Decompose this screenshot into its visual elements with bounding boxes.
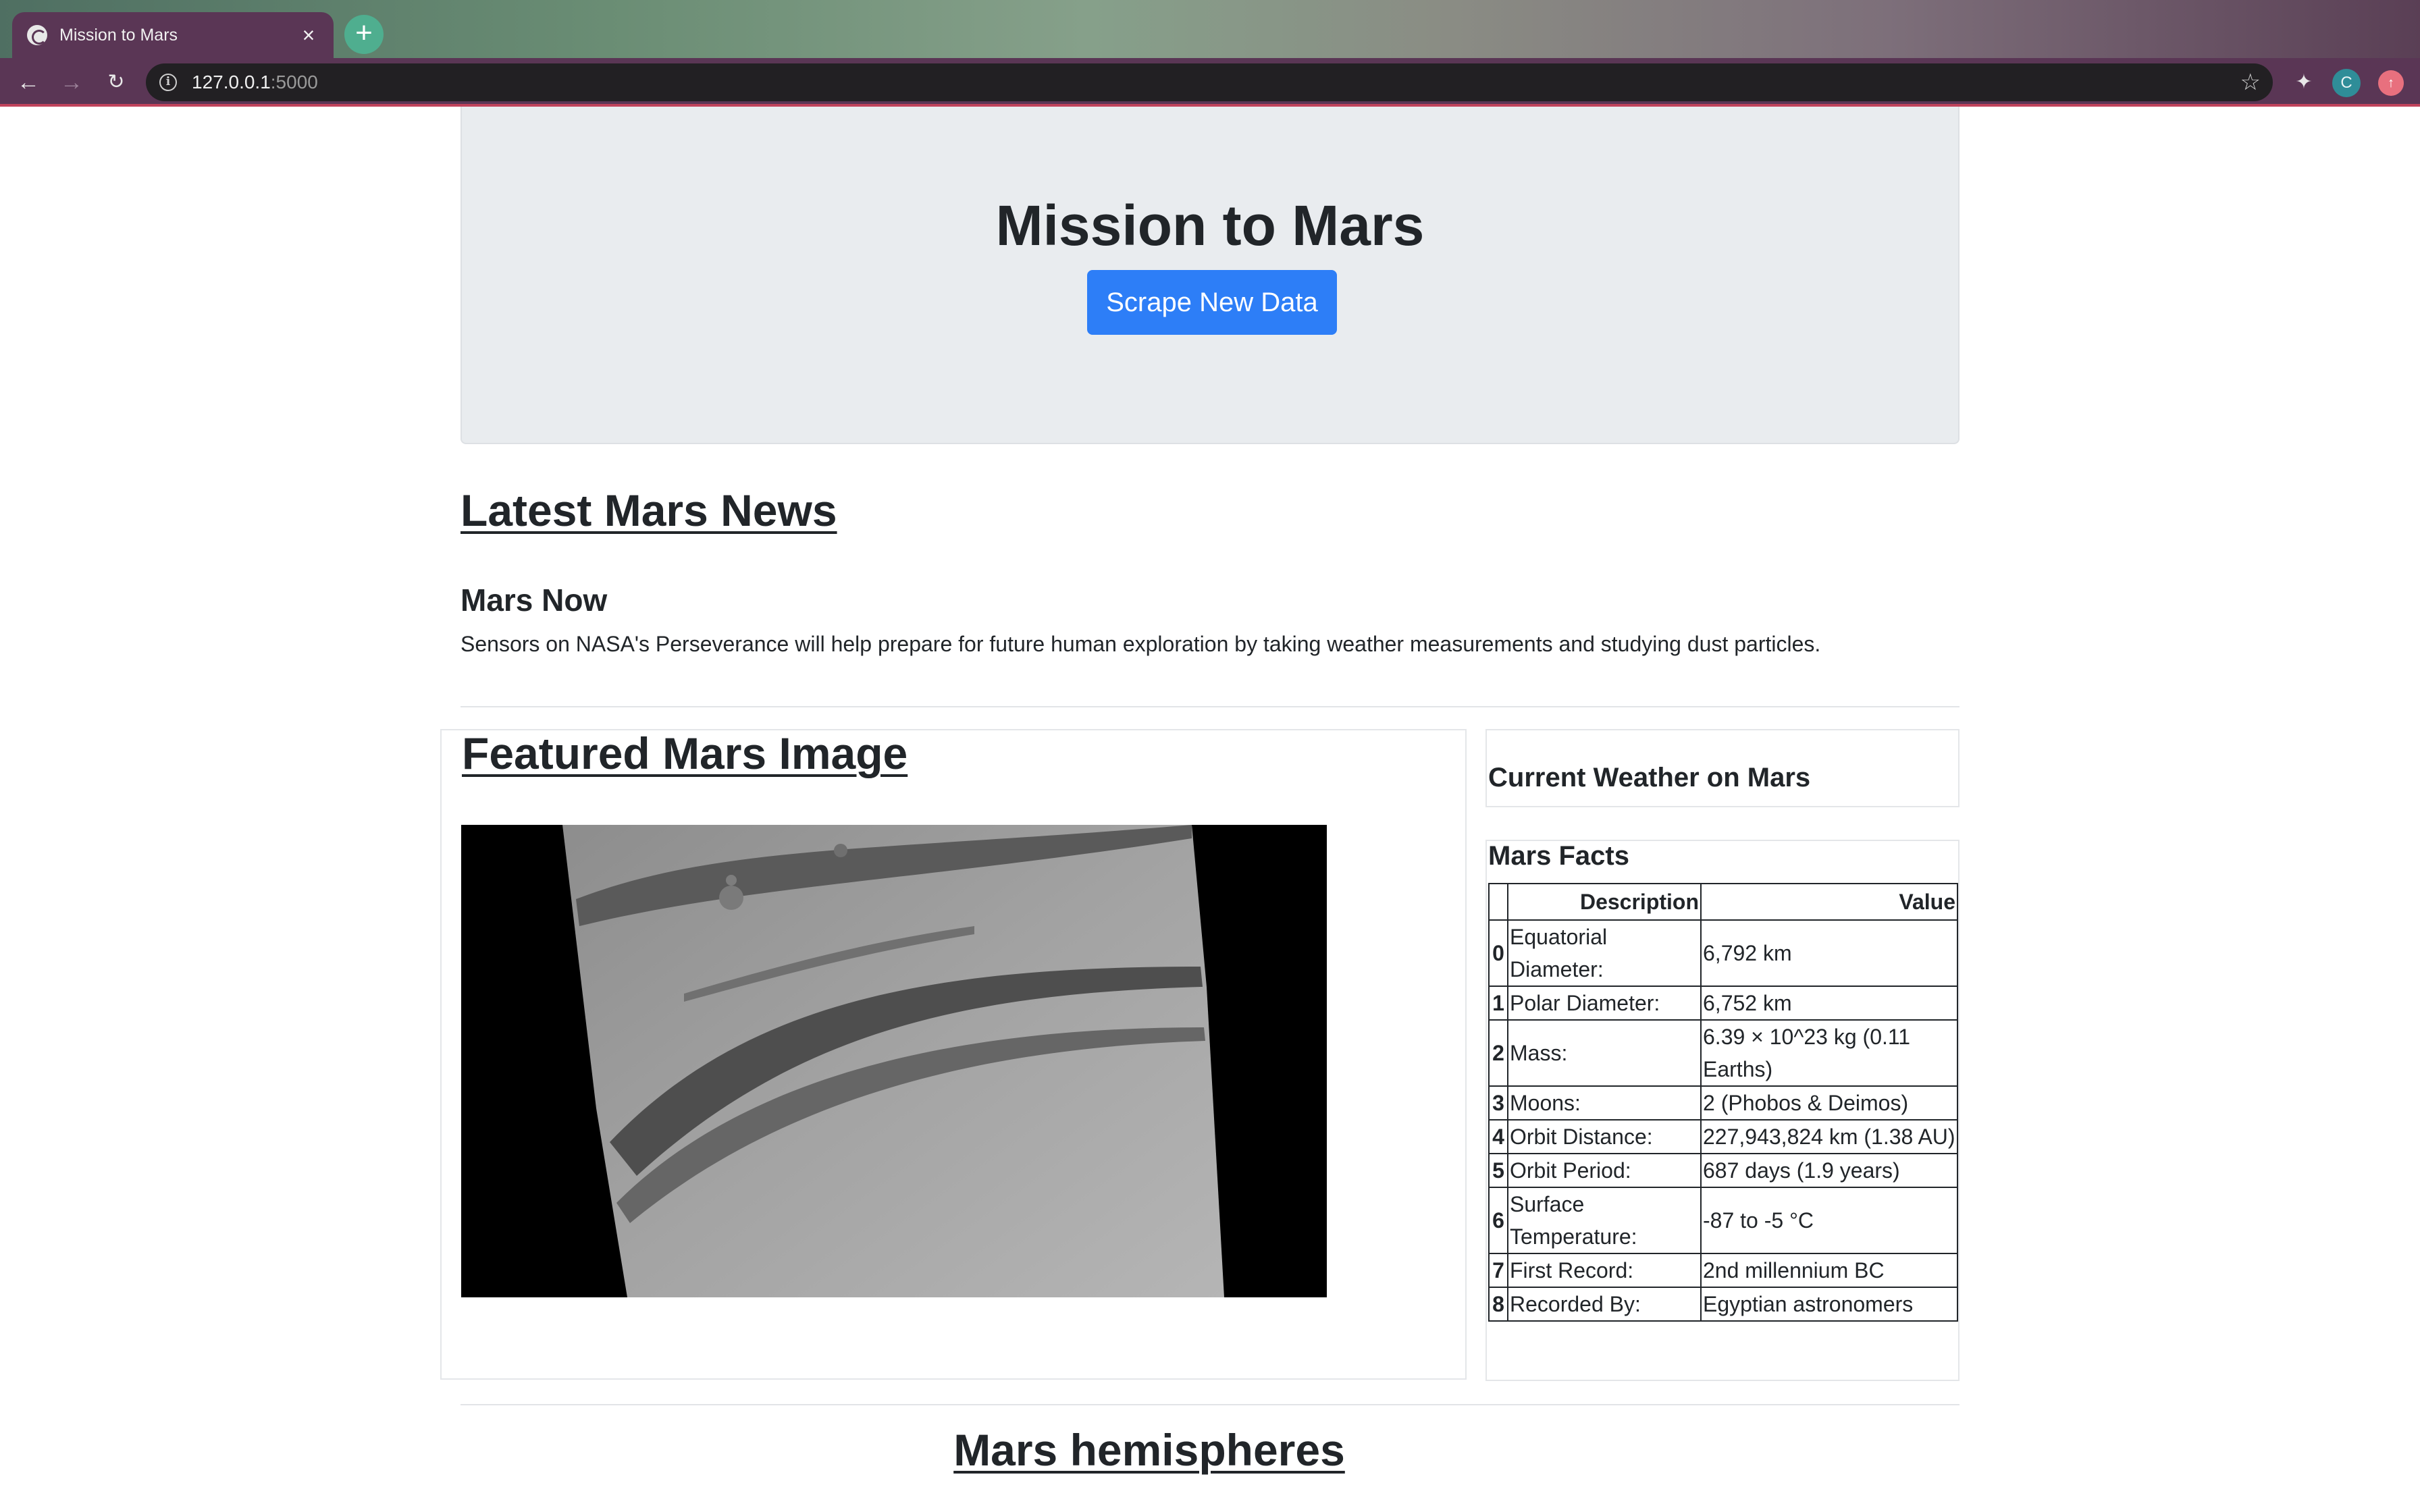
facts-table: Description Value 0 Equatorial Diameter: 6… (1488, 883, 1958, 1322)
mars-surface-photo (461, 825, 1327, 1297)
featured-mars-image[interactable] (461, 825, 1327, 1297)
table-row: 8 Recorded By: Egyptian astronomers (1488, 1287, 1958, 1322)
table-row: 4 Orbit Distance: 227,943,824 km (1.38 AU) (1488, 1119, 1958, 1154)
table-row: 2 Mass: 6.39 × 10^23 kg (0.11 Earths) (1488, 1019, 1958, 1087)
weather-heading: Current Weather on Mars (1488, 763, 1811, 792)
url-port: :5000 (270, 72, 318, 92)
puzzle-icon[interactable]: ✦ (2290, 69, 2317, 96)
row-index: 8 (1488, 1287, 1508, 1322)
jumbotron: Mission to Mars Scrape New Data (461, 107, 1959, 444)
row-index: 7 (1488, 1253, 1508, 1288)
row-index: 1 (1488, 986, 1508, 1021)
hemispheres-heading: Mars hemispheres (953, 1425, 1345, 1475)
forward-arrow-icon[interactable]: → (57, 68, 86, 97)
info-icon[interactable]: i (159, 74, 177, 91)
profile-icon[interactable]: C (2332, 69, 2361, 97)
fact-value: 227,943,824 km (1.38 AU) (1700, 1119, 1958, 1154)
row-index: 3 (1488, 1085, 1508, 1120)
divider (461, 1404, 1959, 1405)
table-row: 7 First Record: 2nd millennium BC (1488, 1253, 1958, 1288)
news-title: Mars Now (461, 583, 608, 618)
row-index: 6 (1488, 1187, 1508, 1254)
fact-value: 2nd millennium BC (1700, 1253, 1958, 1288)
value-header: Value (1700, 883, 1958, 921)
fact-description: Recorded By: (1507, 1287, 1702, 1322)
fact-description: Polar Diameter: (1507, 986, 1702, 1021)
divider (461, 706, 1959, 707)
table-row: 6 Surface Temperature: -87 to -5 °C (1488, 1187, 1958, 1254)
fact-description: Orbit Period: (1507, 1153, 1702, 1188)
fact-description: Orbit Distance: (1507, 1119, 1702, 1154)
fact-description: Mass: (1507, 1019, 1702, 1087)
plus-icon[interactable]: + (344, 15, 384, 54)
table-header-row: Description Value (1488, 883, 1958, 921)
browser-toolbar: ← → ↻ i 127.0.0.1:5000 ☆ ✦ C ↑ (0, 58, 2420, 107)
fact-value: 6.39 × 10^23 kg (0.11 Earths) (1700, 1019, 1958, 1087)
row-index: 4 (1488, 1119, 1508, 1154)
table-row: 0 Equatorial Diameter: 6,792 km (1488, 919, 1958, 987)
back-arrow-icon[interactable]: ← (14, 68, 43, 97)
row-index: 2 (1488, 1019, 1508, 1087)
address-bar[interactable]: i 127.0.0.1:5000 ☆ (146, 63, 2273, 101)
tab-title: Mission to Mars (59, 25, 178, 45)
browser-tab[interactable]: Mission to Mars × (12, 12, 334, 58)
table-row: 3 Moons: 2 (Phobos & Deimos) (1488, 1085, 1958, 1120)
globe-icon (27, 25, 47, 45)
fact-description: Moons: (1507, 1085, 1702, 1120)
description-header: Description (1507, 883, 1702, 921)
fact-value: 6,752 km (1700, 986, 1958, 1021)
url-host: 127.0.0.1 (192, 72, 271, 92)
news-paragraph: Sensors on NASA's Perseverance will help… (461, 632, 1821, 656)
scrape-button[interactable]: Scrape New Data (1087, 270, 1337, 335)
index-header (1488, 883, 1508, 921)
fact-value: 6,792 km (1700, 919, 1958, 987)
page-title: Mission to Mars (995, 194, 1425, 257)
fact-description: First Record: (1507, 1253, 1702, 1288)
fact-value: 2 (Phobos & Deimos) (1700, 1085, 1958, 1120)
reload-icon[interactable]: ↻ (101, 68, 131, 97)
fact-value: 687 days (1.9 years) (1700, 1153, 1958, 1188)
fact-description: Surface Temperature: (1507, 1187, 1702, 1254)
star-icon[interactable]: ☆ (2240, 69, 2261, 96)
row-index: 5 (1488, 1153, 1508, 1188)
facts-heading: Mars Facts (1488, 841, 1629, 871)
browser-tab-strip: Mission to Mars × + (0, 0, 2420, 58)
table-row: 5 Orbit Period: 687 days (1.9 years) (1488, 1153, 1958, 1188)
close-icon[interactable]: × (298, 24, 319, 46)
fact-value: -87 to -5 °C (1700, 1187, 1958, 1254)
featured-image-heading: Featured Mars Image (462, 728, 908, 778)
fact-description: Equatorial Diameter: (1507, 919, 1702, 987)
row-index: 0 (1488, 919, 1508, 987)
table-row: 1 Polar Diameter: 6,752 km (1488, 986, 1958, 1021)
news-heading: Latest Mars News (461, 485, 837, 535)
fact-value: Egyptian astronomers (1700, 1287, 1958, 1322)
update-icon[interactable]: ↑ (2378, 70, 2404, 96)
